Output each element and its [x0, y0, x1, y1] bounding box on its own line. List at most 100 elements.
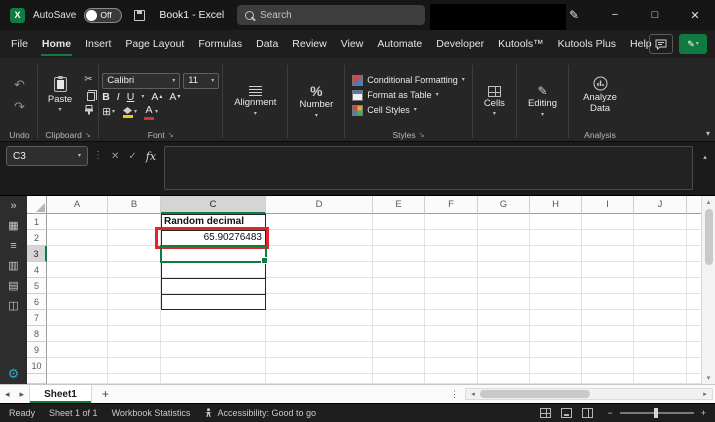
cell[interactable] — [478, 214, 530, 230]
workbook-grid-icon[interactable]: ▦ — [8, 221, 18, 232]
cell[interactable] — [425, 230, 478, 246]
cell[interactable] — [47, 342, 108, 358]
cell[interactable] — [634, 294, 687, 310]
cell[interactable] — [266, 230, 373, 246]
cell[interactable] — [266, 342, 373, 358]
row-header[interactable]: 9 — [27, 342, 47, 358]
cell[interactable] — [161, 310, 266, 326]
cell[interactable] — [373, 262, 425, 278]
document-lines-icon[interactable]: ≡ — [10, 241, 16, 252]
decrease-font-size-button[interactable]: A▾ — [169, 92, 180, 103]
scroll-up-icon[interactable]: ▴ — [707, 198, 711, 206]
cell[interactable] — [478, 230, 530, 246]
page-break-view-icon[interactable] — [582, 408, 593, 418]
cell-c3-selected[interactable] — [161, 246, 266, 262]
zoom-slider-thumb[interactable] — [654, 408, 658, 418]
cell[interactable] — [108, 230, 161, 246]
cell[interactable] — [266, 294, 373, 310]
cell[interactable] — [373, 214, 425, 230]
cell[interactable] — [478, 294, 530, 310]
zoom-slider[interactable] — [620, 412, 694, 414]
cell[interactable] — [266, 310, 373, 326]
italic-button[interactable]: I — [117, 92, 120, 103]
next-sheet-icon[interactable]: ▸ — [15, 385, 30, 403]
cell[interactable] — [582, 214, 634, 230]
cell[interactable] — [634, 374, 687, 384]
cell[interactable] — [634, 230, 687, 246]
cell[interactable] — [108, 294, 161, 310]
cell[interactable] — [47, 278, 108, 294]
tab-automate[interactable]: Automate — [370, 30, 429, 58]
cell[interactable] — [108, 214, 161, 230]
cell[interactable] — [478, 326, 530, 342]
number-button[interactable]: % Number ▾ — [291, 62, 341, 141]
cell[interactable] — [478, 262, 530, 278]
row-header[interactable]: 6 — [27, 294, 47, 310]
cell[interactable] — [425, 262, 478, 278]
underline-dropdown-icon[interactable]: ▾ — [141, 94, 144, 100]
insert-function-button[interactable]: fx — [146, 150, 156, 163]
cell[interactable] — [634, 278, 687, 294]
accessibility-status[interactable]: Accessibility: Good to go — [204, 408, 316, 418]
workbook-statistics[interactable]: Workbook Statistics — [112, 408, 191, 418]
row-header[interactable]: 1 — [27, 214, 47, 230]
cell[interactable] — [582, 246, 634, 262]
column-header-h[interactable]: H — [530, 196, 582, 214]
cell[interactable] — [425, 342, 478, 358]
tab-kutools-plus[interactable]: Kutools Plus — [551, 30, 623, 58]
cell[interactable] — [530, 358, 582, 374]
cell[interactable] — [47, 358, 108, 374]
zoom-out-button[interactable]: − — [607, 408, 612, 418]
cell[interactable] — [108, 342, 161, 358]
cell[interactable] — [47, 246, 108, 262]
tab-splitter-icon[interactable]: ⋮ — [446, 385, 463, 403]
cell[interactable] — [478, 278, 530, 294]
tab-view[interactable]: View — [334, 30, 371, 58]
underline-button[interactable]: U — [127, 92, 135, 103]
cell[interactable] — [47, 294, 108, 310]
cell-c1[interactable]: Random decimal — [161, 214, 266, 230]
borders-button[interactable]: ⊞▾ — [102, 107, 115, 118]
scroll-right-icon[interactable]: ▸ — [698, 390, 712, 398]
cell[interactable] — [530, 294, 582, 310]
cut-button[interactable]: ✂ — [84, 75, 92, 85]
cell[interactable] — [582, 310, 634, 326]
column-header-f[interactable]: F — [425, 196, 478, 214]
scroll-down-icon[interactable]: ▾ — [707, 374, 711, 382]
cell[interactable] — [47, 326, 108, 342]
cell[interactable] — [530, 342, 582, 358]
cell[interactable] — [425, 374, 478, 384]
add-sheet-button[interactable]: + — [92, 385, 119, 403]
cell[interactable] — [634, 262, 687, 278]
font-color-button[interactable]: A ▾ — [144, 105, 158, 120]
settings-gear-icon[interactable]: ⚙ — [8, 367, 20, 380]
cell[interactable] — [530, 214, 582, 230]
confirm-entry-button[interactable]: ✓ — [128, 151, 136, 162]
cell[interactable] — [373, 310, 425, 326]
column-header-b[interactable]: B — [108, 196, 161, 214]
cell[interactable] — [530, 262, 582, 278]
cell[interactable] — [266, 326, 373, 342]
vertical-scroll-thumb[interactable] — [705, 209, 713, 265]
rows-view-icon[interactable]: ▤ — [8, 281, 18, 292]
cell[interactable] — [530, 310, 582, 326]
cell[interactable] — [373, 294, 425, 310]
column-header-j[interactable]: J — [634, 196, 687, 214]
cell[interactable] — [582, 294, 634, 310]
tab-formulas[interactable]: Formulas — [191, 30, 249, 58]
column-header-a[interactable]: A — [47, 196, 108, 214]
cell[interactable] — [582, 342, 634, 358]
cell[interactable] — [266, 214, 373, 230]
font-size-select[interactable]: 11▾ — [183, 73, 219, 89]
row-header[interactable] — [27, 374, 47, 384]
vertical-scrollbar[interactable]: ▴ ▾ — [701, 196, 715, 384]
cell[interactable] — [161, 294, 266, 310]
cell[interactable] — [108, 262, 161, 278]
page-layout-view-icon[interactable] — [561, 408, 572, 418]
cell[interactable] — [425, 310, 478, 326]
cell[interactable] — [266, 246, 373, 262]
format-as-table-button[interactable]: Format as Table▾ — [352, 90, 465, 101]
name-box[interactable]: C3▾ — [6, 146, 88, 166]
horizontal-scrollbar[interactable]: ◂ ▸ — [465, 388, 713, 400]
cell[interactable] — [425, 294, 478, 310]
